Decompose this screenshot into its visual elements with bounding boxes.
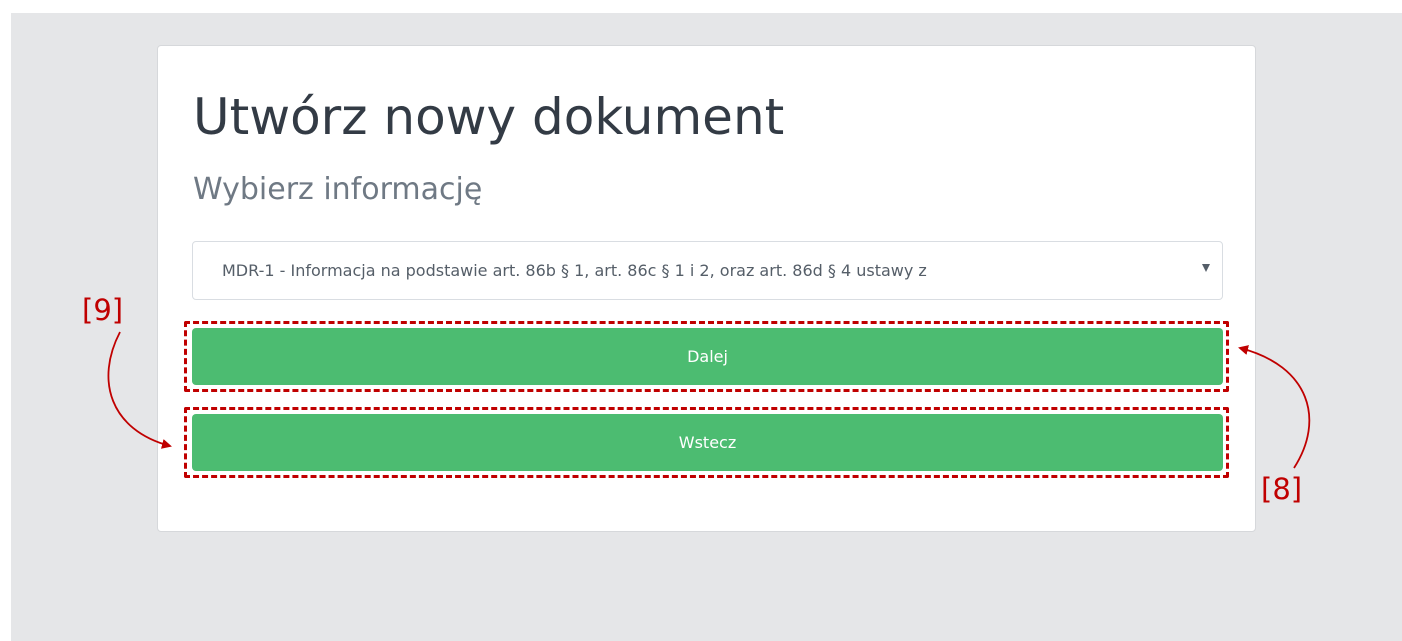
document-type-select[interactable]: MDR-1 - Informacja na podstawie art. 86b… (192, 241, 1223, 300)
page-subtitle: Wybierz informację (193, 172, 483, 207)
callout-label-next: [8] (1261, 472, 1303, 506)
page-title: Utwórz nowy dokument (193, 88, 785, 146)
back-button[interactable]: Wstecz (192, 414, 1223, 471)
next-button[interactable]: Dalej (192, 328, 1223, 385)
callout-label-back: [9] (82, 293, 124, 327)
caret-down-icon (1202, 264, 1210, 272)
document-type-select-value: MDR-1 - Informacja na podstawie art. 86b… (222, 261, 927, 280)
